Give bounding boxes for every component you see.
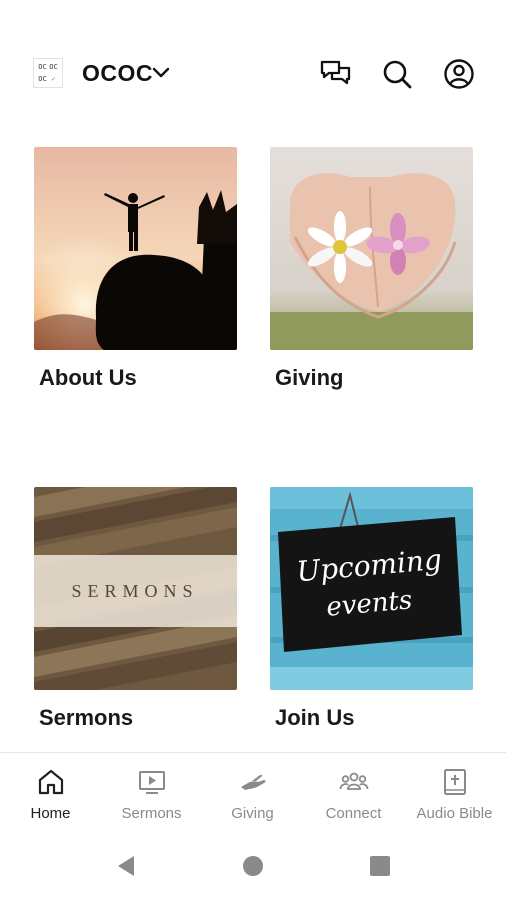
group-icon [339, 767, 369, 797]
nav-item-home[interactable]: Home [0, 753, 101, 833]
back-icon[interactable] [114, 854, 138, 878]
logo-text: OC [49, 63, 58, 71]
nav-item-sermons[interactable]: Sermons [101, 753, 202, 833]
account-icon[interactable] [443, 58, 475, 90]
chat-icon[interactable] [319, 58, 351, 90]
chevron-down-icon[interactable] [152, 66, 170, 80]
card-title: Giving [275, 365, 344, 390]
about-us-image [34, 147, 237, 350]
org-name[interactable]: OCOC [82, 60, 153, 87]
home-circle-icon[interactable] [241, 854, 265, 878]
hand-icon [238, 767, 268, 797]
org-logo[interactable]: OC OC OC ✓ [33, 58, 63, 88]
card-title: About Us [39, 365, 137, 390]
nav-item-audio-bible[interactable]: Audio Bible [404, 753, 505, 833]
home-icon [36, 767, 66, 797]
system-navigation-bar [0, 832, 506, 900]
nav-label: Connect [325, 805, 382, 822]
logo-text: OC [38, 63, 47, 71]
nav-label: Giving [231, 805, 274, 822]
nav-label: Home [30, 805, 71, 822]
bible-icon [440, 767, 470, 797]
nav-label: Audio Bible [416, 805, 493, 822]
nav-item-connect[interactable]: Connect [303, 753, 404, 833]
card-title: Join Us [275, 705, 355, 730]
nav-item-giving[interactable]: Giving [202, 753, 303, 833]
card-title: Sermons [39, 705, 134, 730]
join-us-image: Upcoming events [270, 487, 473, 690]
top-app-bar: OC OC OC ✓ OCOC [0, 0, 506, 130]
logo-text: ✓ [51, 75, 56, 83]
video-icon [137, 767, 167, 797]
search-icon[interactable] [381, 58, 413, 90]
giving-image [270, 147, 473, 350]
nav-label: Sermons [121, 805, 182, 822]
recents-icon[interactable] [368, 854, 392, 878]
sermons-image: SERMONS [34, 487, 237, 690]
bottom-navigation: Home Sermons Giving Connect Audio Bible [0, 752, 506, 832]
logo-text: OC [38, 75, 47, 83]
sermons-image-text: SERMONS [71, 581, 198, 601]
